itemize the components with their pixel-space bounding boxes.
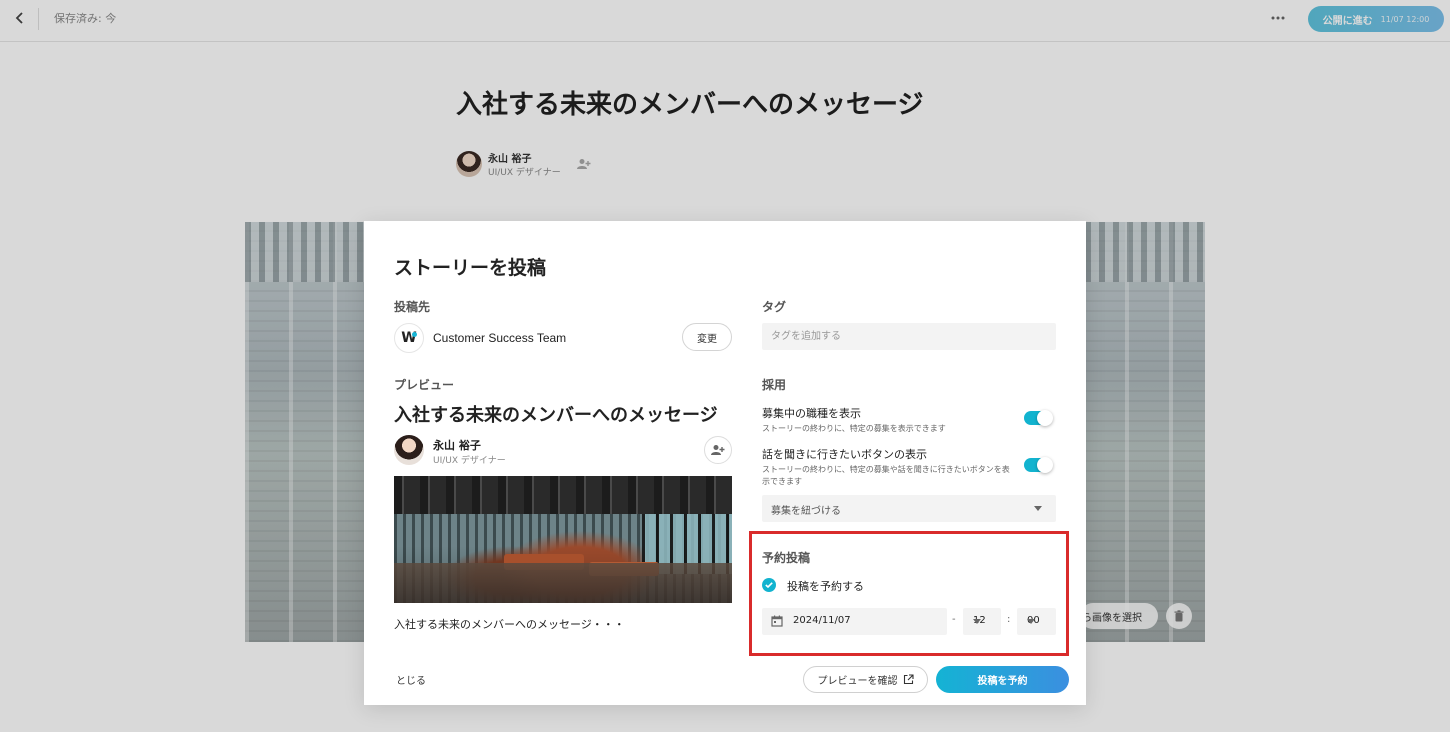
schedule-checkbox-label[interactable]: 投稿を予約する [787,578,864,594]
time-separator: : [1007,614,1011,625]
modal-title: ストーリーを投稿 [394,257,547,279]
change-destination-button[interactable]: 変更 [682,323,732,351]
schedule-date-value: 2024/11/07 [793,615,851,626]
recruit-label: 採用 [762,378,787,392]
preview-image [394,476,732,603]
meet-button-toggle[interactable] [1024,457,1053,473]
date-time-separator: - [952,614,956,625]
schedule-hour-select[interactable]: 12 [963,608,1001,635]
destination-label: 投稿先 [394,300,431,314]
check-icon [765,582,773,588]
caret-down-icon [973,619,981,624]
destination-row: W Customer Success Team 変更 [394,323,732,353]
calendar-icon [771,615,783,627]
show-jobs-title: 募集中の職種を表示 [762,407,861,420]
add-person-icon [711,445,725,455]
tags-label: タグ [762,300,787,314]
preview-author-name: 永山 裕子 [433,439,481,452]
image-floor [394,563,732,603]
preview-title: 入社する未来のメンバーへのメッセージ [394,405,718,426]
link-job-select[interactable]: 募集を紐づける [762,495,1056,522]
schedule-date-field[interactable]: 2024/11/07 [762,608,947,635]
preview-label: プレビュー [394,378,455,392]
caret-down-icon [1034,506,1042,511]
link-job-select-value: 募集を紐づける [771,506,841,517]
schedule-checkbox[interactable] [762,578,776,592]
preview-button-label: プレビューを確認 [817,676,898,687]
preview-excerpt: 入社する未来のメンバーへのメッセージ・・・ [394,618,625,631]
tag-input[interactable] [762,323,1056,350]
meet-button-title: 話を聞きに行きたいボタンの表示 [762,448,927,461]
show-jobs-toggle[interactable] [1024,410,1053,426]
external-link-icon [903,674,914,685]
add-coauthor-button[interactable] [704,436,732,464]
caret-down-icon [1027,619,1035,624]
close-button[interactable]: とじる [396,672,426,687]
schedule-label: 予約投稿 [762,551,811,565]
image-ceiling [394,476,732,514]
logo-dot [412,332,417,337]
post-story-modal: ストーリーを投稿 投稿先 W Customer Success Team 変更 … [364,221,1086,705]
meet-button-desc: ストーリーの終わりに、特定の募集や話を聞きに行きたいボタンを表示できます [762,465,1010,486]
avatar [394,435,424,465]
show-jobs-desc: ストーリーの終わりに、特定の募集を表示できます [762,424,946,433]
preview-author: 永山 裕子 UI/UX デザイナー [394,434,732,466]
team-logo: W [394,323,424,353]
preview-author-role: UI/UX デザイナー [433,456,506,466]
preview-button[interactable]: プレビューを確認 [803,666,928,693]
schedule-minute-select[interactable]: 00 [1017,608,1056,635]
meet-button-row: 話を聞きに行きたいボタンの表示 ストーリーの終わりに、特定の募集や話を聞きに行き… [762,446,1056,488]
show-jobs-row: 募集中の職種を表示 ストーリーの終わりに、特定の募集を表示できます [762,405,1056,435]
team-name: Customer Success Team [433,331,567,345]
schedule-post-button[interactable]: 投稿を予約 [936,666,1069,693]
